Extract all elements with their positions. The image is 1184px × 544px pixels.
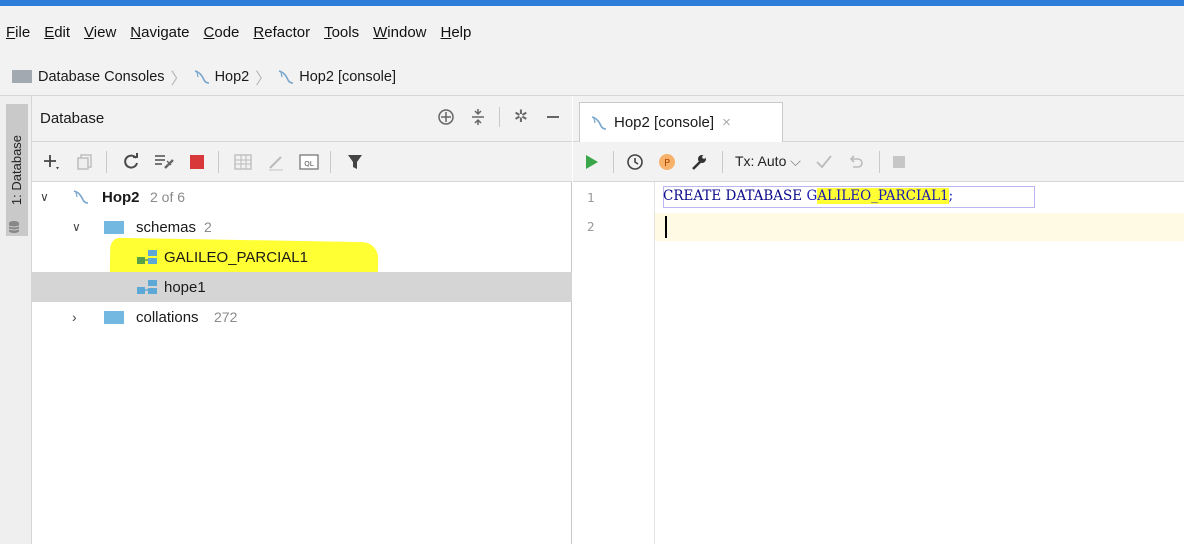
database-tree: ∨ Hop2 2 of 6 ∨ schemas 2 GALILEO_PARCIA… [32,182,572,332]
minimize-icon[interactable] [542,106,564,128]
edit-icon[interactable] [264,150,288,174]
commit-check-icon[interactable] [815,154,833,170]
chevron-down-icon: ⌵ [790,153,801,169]
text-caret [665,216,667,238]
transaction-mode-dropdown[interactable]: Tx: Auto ⌵ [735,153,801,170]
refresh-icon[interactable] [119,150,143,174]
breadcrumb: Database Consoles 〉 Hop2 〉 Hop2 [console… [0,58,1184,96]
table-view-icon[interactable] [231,150,255,174]
chevron-down-icon[interactable]: ∨ [72,220,81,234]
console-toolbar: P Tx: Auto ⌵ [573,142,1184,182]
schema-name: GALILEO_PARCIAL1 [164,248,308,266]
code-line-1: CREATE DATABASE GALILEO_PARCIAL1; [663,188,953,204]
gear-icon[interactable]: ✲ [510,106,532,128]
tree-row-schema[interactable]: GALILEO_PARCIAL1 [32,242,572,272]
line-number: 2 [587,219,595,234]
tool-window-strip: 1: Database [0,96,32,544]
filter-icon[interactable] [343,150,367,174]
menu-tools[interactable]: Tools [324,24,359,41]
breadcrumb-separator: 〉 [170,70,187,88]
mysql-dolphin-icon [194,69,209,84]
stop-icon[interactable] [892,155,906,169]
current-line-highlight [655,213,1184,241]
panel-title: Database [40,110,105,127]
menu-help[interactable]: Help [441,24,472,41]
add-icon[interactable] [40,150,64,174]
sql-terminator: ; [948,188,954,204]
schema-icon [137,280,157,294]
editor-tab-bar: Hop2 [console] × [573,96,1184,142]
database-tool-window-tab[interactable]: 1: Database [6,104,28,236]
breadcrumb-hop2-console[interactable]: Hop2 [console] [299,69,396,85]
tree-row-collations[interactable]: › collations 272 [32,302,572,332]
duplicate-icon[interactable] [73,150,97,174]
divider [878,150,880,173]
divider [499,107,500,127]
run-icon[interactable] [585,154,599,170]
folder-icon [104,221,124,234]
divider [106,150,107,173]
line-number-gutter: 1 2 [573,182,655,544]
line-number: 1 [587,190,595,205]
svg-text:QL: QL [304,160,314,168]
collations-label: collations [136,308,199,326]
chevron-right-icon[interactable]: › [72,309,77,325]
tab-label: Hop2 [console] [614,114,715,131]
menu-view[interactable]: View [84,24,116,41]
divider [218,150,219,173]
code-area[interactable]: CREATE DATABASE GALILEO_PARCIAL1; [655,182,1184,544]
database-panel: Database ✲ QL ∨ Hop2 2 of 6 ∨ schemas 2 … [32,96,572,544]
breadcrumb-separator: 〉 [255,70,272,88]
datasource-name: Hop2 [102,188,140,206]
menu-window[interactable]: Window [373,24,426,41]
console-editor: Hop2 [console] × P Tx: Auto ⌵ 1 2 CREATE… [573,96,1184,544]
menu-file[interactable]: File [6,24,30,41]
panel-header-actions: ✲ [425,106,564,128]
sql-console-icon[interactable]: QL [297,150,321,174]
divider [613,150,614,173]
rollback-icon[interactable] [847,153,865,171]
menu-refactor[interactable]: Refactor [253,24,310,41]
schemas-count: 2 [204,219,212,235]
tree-row-datasource[interactable]: ∨ Hop2 2 of 6 [32,182,572,212]
schemas-label: schemas [136,218,197,236]
sql-identifier-start: G [806,188,818,204]
folder-icon [12,70,32,83]
wrench-icon[interactable] [690,153,708,171]
mysql-dolphin-icon [279,69,294,84]
database-panel-header: Database ✲ [32,96,572,142]
stop-icon[interactable] [185,150,209,174]
collations-count: 272 [214,309,238,325]
menu-edit[interactable]: Edit [44,24,70,41]
collapse-all-icon[interactable] [467,106,489,128]
divider [330,150,331,173]
crosshair-icon[interactable] [435,106,457,128]
divider [722,150,723,173]
tree-row-schemas[interactable]: ∨ schemas 2 [32,212,572,242]
svg-text:P: P [664,158,670,169]
database-tool-window-label: 1: Database [9,134,24,206]
breadcrumb-hop2[interactable]: Hop2 [215,69,250,85]
sql-identifier-highlighted: ALILEO_PARCIAL1 [817,188,949,204]
breadcrumb-database-consoles[interactable]: Database Consoles [38,69,165,85]
folder-icon [104,311,124,324]
history-clock-icon[interactable] [626,153,644,171]
schema-name: hope1 [164,278,206,296]
sql-keywords: CREATE DATABASE [663,188,807,204]
schema-sync-icon[interactable] [152,150,176,174]
menu-bar: File Edit View Navigate Code Refactor To… [0,6,1184,58]
database-toolbar: QL [32,142,572,182]
chevron-down-icon[interactable]: ∨ [40,190,49,204]
database-cylinder-icon [8,221,20,233]
datasource-count: 2 of 6 [150,189,186,205]
close-icon[interactable]: × [722,114,731,131]
parameters-icon[interactable]: P [658,153,676,171]
schema-icon [137,250,157,264]
mysql-dolphin-icon [591,115,607,130]
tab-hop2-console[interactable]: Hop2 [console] × [579,102,783,142]
menu-code[interactable]: Code [204,24,240,41]
menu-navigate[interactable]: Navigate [130,24,189,41]
mysql-dolphin-icon [73,190,89,204]
tree-row-schema[interactable]: hope1 [32,272,572,302]
